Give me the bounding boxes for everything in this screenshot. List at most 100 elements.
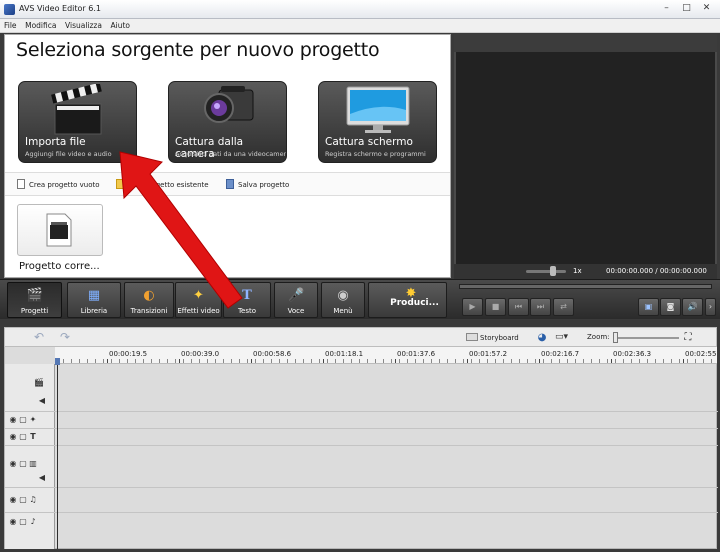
aspect-ratio-dropdown[interactable]: ▭▾ [555,331,577,344]
tab-menu[interactable]: ◉ Menù [321,282,365,318]
preview-panel: 1x 00:00:00.000 / 00:00:00.000 [454,34,717,279]
ruler-time-label: 00:01:37.6 [394,350,436,363]
project-actions-bar: Crea progetto vuoto Apri progetto esiste… [5,172,450,196]
storyboard-label: Storyboard [480,334,519,342]
storyboard-toggle[interactable]: Storyboard [466,333,519,342]
playhead-handle[interactable] [55,358,60,365]
loop-button[interactable]: ⇄ [553,298,574,316]
seek-bar[interactable] [459,284,712,289]
tab-effetti-video[interactable]: ✦ Effetti video [175,282,222,318]
text-track[interactable]: ◉ ▢ T [5,429,718,446]
lock-icon: ▢ [19,432,27,441]
overlay-track[interactable]: ◉ ▢ ▥ ◀ [5,446,718,488]
transitions-icon: ◐ [143,288,155,303]
ruler-time-label: 00:01:18.1 [322,350,364,363]
tab-effetti-label: Effetti video [177,307,220,315]
clapperboard-icon [51,84,102,135]
chevron-right-icon: › [708,302,713,311]
capture-screen-card[interactable]: Cattura schermo Registra schermo e progr… [318,81,437,163]
zoom-slider[interactable] [615,337,679,339]
speaker-icon: 🔊 [687,302,698,311]
snapshot-button[interactable]: ◙ [660,298,681,316]
minimize-button[interactable]: – [660,3,673,15]
effects-track[interactable]: ◉ ▢ ✦ [5,412,718,429]
welcome-panel: Seleziona sorgente per nuovo progetto Im… [4,34,451,278]
tab-libreria[interactable]: ▦ Libreria [67,282,121,318]
new-project-button[interactable]: Crea progetto vuoto [17,179,100,189]
effects-track-icons: ◉ ▢ ✦ [8,415,38,424]
menu-bar: File Modifica Visualizza Aiuto [0,19,720,33]
time-ruler[interactable]: 00:00:19.5 00:00:39.0 00:00:58.6 00:01:18.1… [55,347,717,364]
capture-camera-sub: Acquisisci dati da una videocamera [175,150,287,158]
save-project-button[interactable]: Salva progetto [226,179,289,189]
eye-icon: ◉ [9,517,17,526]
next-frame-button[interactable]: ⏭ [530,298,551,316]
menu-visualizza[interactable]: Visualizza [63,19,104,32]
tab-voce[interactable]: 🎤 Voce [274,282,318,318]
lock-icon: ▢ [19,495,27,504]
effects-icon: ✦ [193,288,204,303]
overlay-small-icon: ▥ [29,459,37,468]
produce-button[interactable]: ✸ Produci... [368,282,447,318]
tab-testo-label: Testo [237,307,257,315]
volume-button[interactable]: 🔊 [682,298,703,316]
window-title: AVS Video Editor 6.1 [19,4,101,13]
tab-transizioni-label: Transizioni [130,307,168,315]
import-file-card[interactable]: Importa file Aggiungi file video e audio [18,81,137,163]
open-project-button[interactable]: Apri progetto esistente [116,179,209,189]
voice-track[interactable]: ◉ ▢ ♪ [5,513,718,532]
tab-progetti[interactable]: 🎬 Progetti [7,282,62,318]
tab-voce-label: Voce [287,307,305,315]
microphone-icon: 🎤 [288,288,305,303]
tab-testo[interactable]: T Testo [223,282,271,318]
play-icon: ▶ [469,302,476,311]
capture-camera-card[interactable]: Cattura dalla camera Acquisisci dati da … [168,81,287,163]
ruler-time-label: 00:00:58.6 [250,350,292,363]
zoom-label: Zoom: [587,333,610,341]
speed-slider[interactable] [526,270,566,273]
current-project-label: Progetto corre... [19,261,100,272]
import-file-sub: Aggiungi file video e audio [25,150,112,158]
speed-slider-thumb[interactable] [550,266,556,276]
text-track-icons: ◉ ▢ T [8,432,38,441]
video-track[interactable]: 🎬 ◀ [5,364,718,412]
menu-aiuto[interactable]: Aiuto [109,19,133,32]
current-project-thumbnail[interactable] [17,204,103,256]
close-button[interactable]: ✕ [700,3,713,15]
maximize-button[interactable]: □ [680,3,693,15]
skip-back-icon: ⏮ [514,302,523,311]
undo-button[interactable]: ↶ [31,330,47,344]
voice-record-icon[interactable]: ◕ [535,331,549,344]
lock-icon: ▢ [19,517,27,526]
loop-icon: ⇄ [560,302,567,311]
timeline-area[interactable]: 00:00:19.5 00:00:39.0 00:00:58.6 00:01:18.1… [4,347,718,549]
previous-frame-button[interactable]: ⏮ [508,298,529,316]
zoom-fit-icon[interactable]: ⛶ [681,331,695,345]
zoom-slider-thumb[interactable] [613,332,618,343]
more-controls-button[interactable]: › [705,298,716,316]
menu-modifica[interactable]: Modifica [23,19,58,32]
redo-button[interactable]: ↷ [57,330,73,344]
text-small-icon: T [30,432,36,441]
overlay-track-icons: ◉ ▢ ▥ [8,459,38,468]
speaker-small-icon: ◀ [38,396,46,405]
folder-icon [116,179,124,189]
tab-transizioni[interactable]: ◐ Transizioni [124,282,174,318]
capture-screen-sub: Registra schermo e programmi [325,150,426,158]
ruler-time-label: 00:00:39.0 [178,350,220,363]
eye-icon: ◉ [9,495,17,504]
tab-libreria-label: Libreria [80,307,108,315]
music-track[interactable]: ◉ ▢ ♫ [5,488,718,513]
video-track-icons: 🎬 [34,378,44,387]
new-project-label: Crea progetto vuoto [29,181,100,189]
lock-icon: ▢ [19,459,27,468]
preview-top-strip [454,34,717,52]
play-button[interactable]: ▶ [462,298,483,316]
fullscreen-button[interactable]: ▣ [638,298,659,316]
playhead[interactable] [55,358,60,549]
stop-button[interactable]: ■ [485,298,506,316]
playhead-line [57,365,58,549]
ruler-time-label: 00:01:57.2 [466,350,508,363]
menu-file[interactable]: File [2,19,19,32]
effects-small-icon: ✦ [29,415,37,424]
